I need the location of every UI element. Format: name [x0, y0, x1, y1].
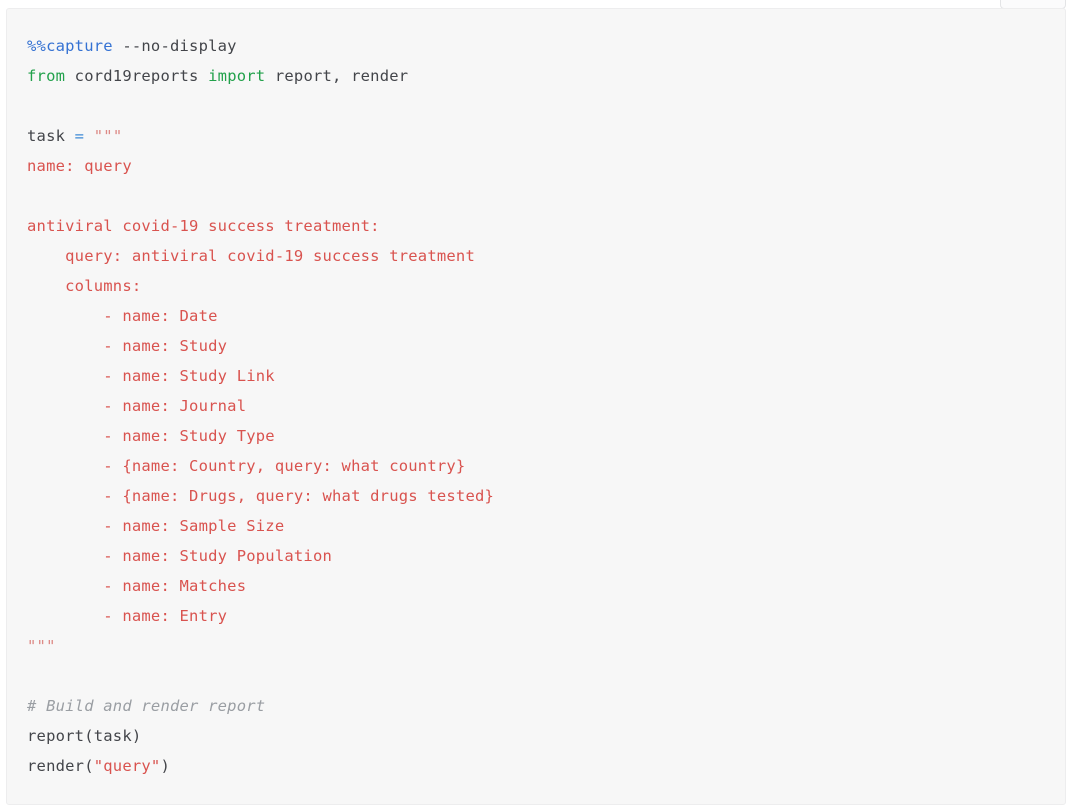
code-token: render(: [27, 757, 94, 775]
code-line: antiviral covid-19 success treatment:: [27, 211, 1065, 241]
code-token: columns:: [27, 277, 142, 295]
code-line: report(task): [27, 721, 1065, 751]
code-token: task: [27, 127, 75, 145]
code-line: name: query: [27, 151, 1065, 181]
code-line: task = """: [27, 121, 1065, 151]
code-line: - name: Date: [27, 301, 1065, 331]
code-line: """: [27, 631, 1065, 661]
code-token: antiviral covid-19 success treatment:: [27, 217, 380, 235]
code-token: - name: Study Type: [27, 427, 275, 445]
code-token: - name: Sample Size: [27, 517, 285, 535]
code-token: --no-display: [112, 37, 237, 55]
code-token: - name: Entry: [27, 607, 228, 625]
code-line: - {name: Country, query: what country}: [27, 451, 1065, 481]
code-token: - name: Date: [27, 307, 218, 325]
code-line: - name: Journal: [27, 391, 1065, 421]
code-token: - name: Study: [27, 337, 228, 355]
code-editor-area[interactable]: %%capture --no-display from cord19reports…: [7, 9, 1065, 781]
code-token: report, render: [265, 67, 409, 85]
code-token: - name: Study Population: [27, 547, 333, 565]
code-token: import: [208, 67, 266, 85]
code-line: - {name: Drugs, query: what drugs tested…: [27, 481, 1065, 511]
code-line: - name: Entry: [27, 601, 1065, 631]
code-token: - name: Matches: [27, 577, 247, 595]
code-line: - name: Study Link: [27, 361, 1065, 391]
code-token: report(task): [27, 727, 142, 745]
code-line: - name: Study: [27, 331, 1065, 361]
code-line: [27, 181, 1065, 211]
code-line: - name: Matches: [27, 571, 1065, 601]
code-line: # Build and render report: [27, 691, 1065, 721]
code-token: ): [160, 757, 171, 775]
code-token: # Build and render report: [27, 697, 266, 715]
code-token: "query": [93, 757, 161, 775]
notebook-page: %%capture --no-display from cord19reports…: [0, 0, 1080, 810]
code-token: - name: Journal: [27, 397, 247, 415]
code-token: =: [74, 127, 85, 145]
code-token: """: [93, 127, 123, 145]
code-line: [27, 661, 1065, 691]
code-token: - {name: Country, query: what country}: [27, 457, 466, 475]
code-line: - name: Sample Size: [27, 511, 1065, 541]
code-token: query: antiviral covid-19 success treatm…: [27, 247, 475, 265]
code-line: - name: Study Type: [27, 421, 1065, 451]
code-cell[interactable]: %%capture --no-display from cord19reports…: [6, 8, 1066, 805]
code-line: %%capture --no-display: [27, 31, 1065, 61]
code-token: - {name: Drugs, query: what drugs tested…: [27, 487, 495, 505]
code-line: render("query"): [27, 751, 1065, 781]
code-line: query: antiviral covid-19 success treatm…: [27, 241, 1065, 271]
code-token: cord19reports: [65, 67, 209, 85]
code-token: name: query: [27, 157, 132, 175]
code-line: [27, 91, 1065, 121]
code-token: from: [27, 67, 66, 85]
code-token: %%capture: [27, 37, 113, 55]
code-line: - name: Study Population: [27, 541, 1065, 571]
code-line: from cord19reports import report, render: [27, 61, 1065, 91]
code-token: - name: Study Link: [27, 367, 275, 385]
code-token: """: [27, 637, 56, 655]
code-line: columns:: [27, 271, 1065, 301]
